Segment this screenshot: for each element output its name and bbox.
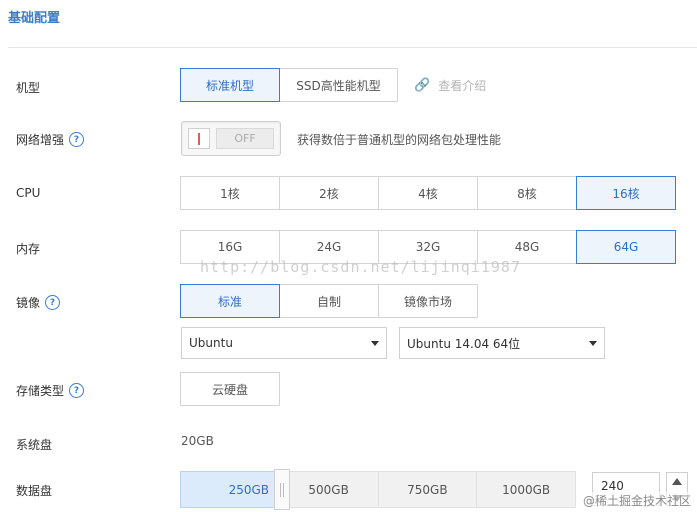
system-disk-label: 系统盘 [16,436,52,453]
storage-type-selector: 云硬盘 [180,372,280,406]
toggle-knob[interactable] [188,128,210,149]
toggle-state: OFF [216,128,274,149]
data-disk-slider[interactable]: 500GB 750GB 1000GB 250GB [180,469,579,510]
os-version-select[interactable]: Ubuntu 14.04 64位 [399,327,605,359]
os-select-value: Ubuntu [189,336,233,350]
cpu-option-4[interactable]: 4核 [378,176,478,210]
model-option-standard[interactable]: 标准机型 [180,68,280,102]
question-circle-icon[interactable]: ? [45,295,61,310]
slider-fill: 250GB [180,471,276,508]
link-icon: 🔗 [414,78,431,93]
slider-handle[interactable] [274,469,290,510]
model-label: 机型 [16,79,40,96]
memory-option-64g[interactable]: 64G [576,230,676,264]
section-title: 基础配置 [8,11,61,26]
cpu-option-2[interactable]: 2核 [279,176,379,210]
model-selector: 标准机型 SSD高性能机型 [180,68,398,102]
cpu-option-1[interactable]: 1核 [180,176,280,210]
storage-type-label: 存储类型 ? [16,382,85,399]
spinner-up-icon[interactable] [672,478,682,485]
network-boost-label-text: 网络增强 [16,133,65,147]
section-divider [8,47,697,48]
memory-label: 内存 [16,240,40,257]
question-circle-icon[interactable]: ? [69,132,85,147]
image-label: 镜像 ? [16,294,61,311]
model-option-ssd[interactable]: SSD高性能机型 [279,68,398,102]
data-disk-label-text: 数据盘 [16,484,53,498]
image-tab-market[interactable]: 镜像市场 [378,284,478,318]
view-intro-text: 查看介绍 [438,79,487,93]
memory-label-text: 内存 [16,242,41,256]
slider-tick-750[interactable]: 750GB [377,471,478,508]
slider-fill-label: 250GB [228,482,269,497]
network-boost-description: 获得数倍于普通机型的网络包处理性能 [297,133,502,147]
cpu-selector: 1核 2核 4核 8核 16核 [180,176,676,210]
cpu-option-16[interactable]: 16核 [576,176,676,210]
image-label-text: 镜像 [16,296,41,310]
image-tab-standard[interactable]: 标准 [180,284,280,318]
storage-option-cloud-disk[interactable]: 云硬盘 [180,372,280,406]
site-watermark: @稀土掘金技术社区 [582,492,691,509]
slider-tick-500[interactable]: 500GB [278,471,379,508]
os-version-value: Ubuntu 14.04 64位 [407,336,521,351]
system-disk-label-text: 系统盘 [16,438,53,452]
image-tabs: 标准 自制 镜像市场 [180,284,478,318]
data-disk-label: 数据盘 [16,482,52,499]
cpu-label: CPU [16,186,40,200]
model-label-text: 机型 [16,81,41,95]
storage-type-label-text: 存储类型 [16,384,65,398]
network-boost-label: 网络增强 ? [16,131,85,148]
cpu-label-text: CPU [16,186,41,200]
question-circle-icon[interactable]: ? [69,383,85,398]
caret-down-icon [589,341,597,346]
caret-down-icon [371,341,379,346]
image-tab-custom[interactable]: 自制 [279,284,379,318]
os-select[interactable]: Ubuntu [181,327,387,359]
slider-tick-1000[interactable]: 1000GB [476,471,576,508]
system-disk-value: 20GB [181,434,214,448]
network-boost-toggle[interactable]: OFF [181,121,281,156]
view-intro-link[interactable]: 🔗 查看介绍 [414,77,486,94]
blog-watermark: http://blog.csdn.net/lijinqi1987 [200,258,521,276]
cpu-option-8[interactable]: 8核 [477,176,577,210]
